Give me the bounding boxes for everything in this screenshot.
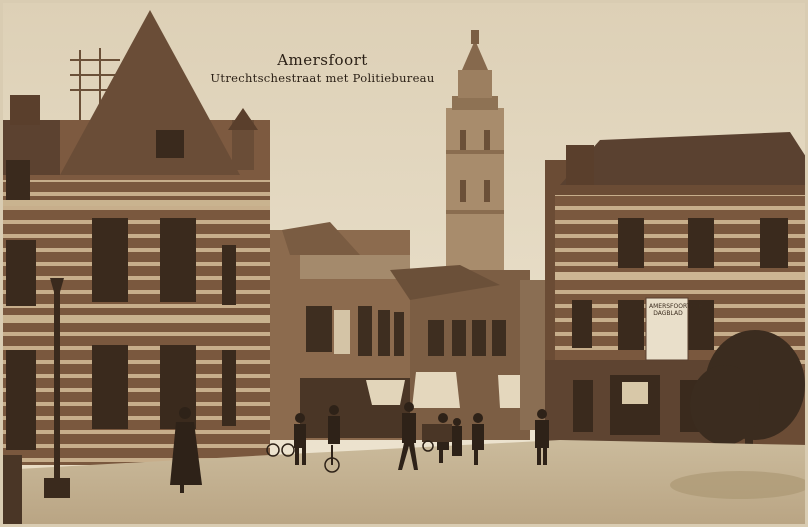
postcard-caption: Amersfoort Utrechtschestraat met Politie… (205, 50, 440, 86)
postcard: Amersfoort Utrechtschestraat met Politie… (0, 0, 808, 527)
caption-street: Utrechtschestraat met Politiebureau (210, 71, 435, 85)
newspaper-sign-text: AMERSFOORTSCH DAGBLAD (649, 303, 703, 317)
caption-city: Amersfoort (277, 51, 368, 69)
